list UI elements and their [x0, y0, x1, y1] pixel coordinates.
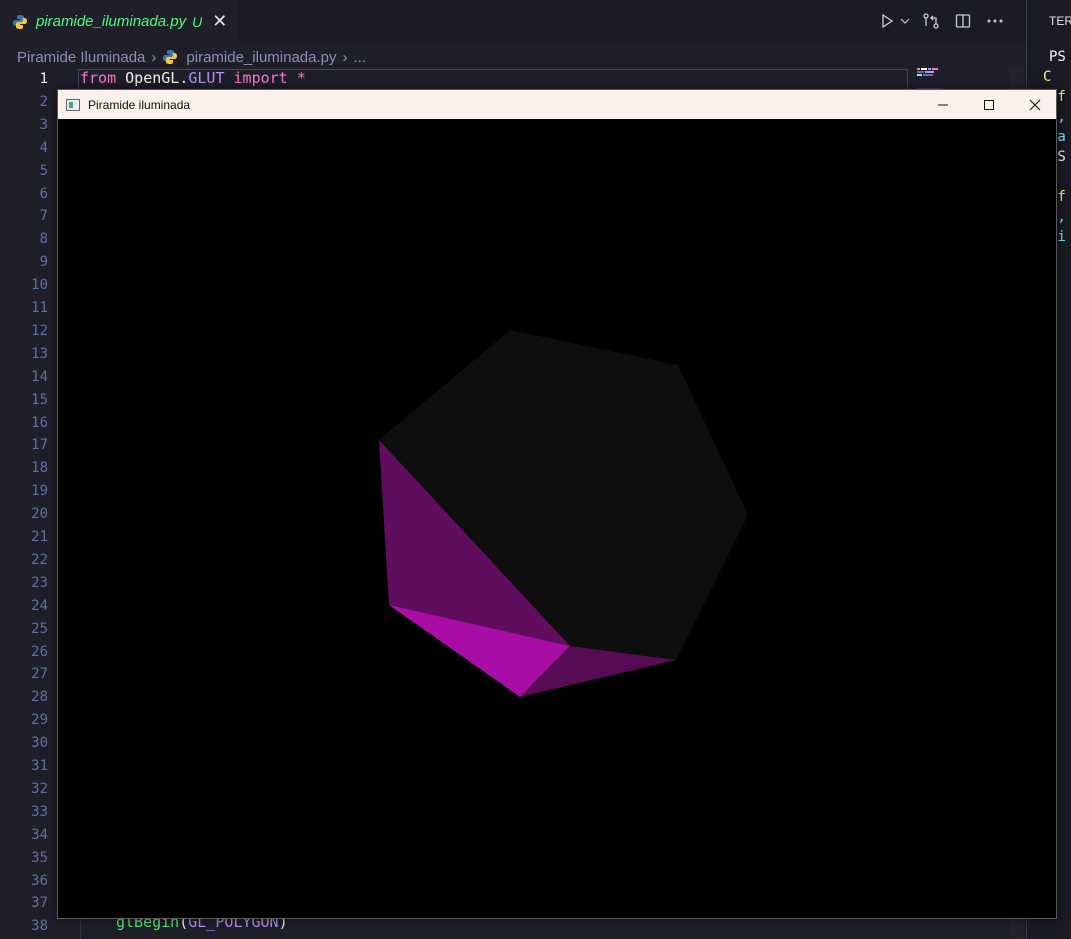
maximize-icon — [984, 99, 994, 110]
line-number: 18 — [31, 460, 48, 477]
chevron-right-icon: › — [151, 48, 157, 66]
line-number: 38 — [31, 918, 48, 935]
line-number: 7 — [39, 208, 48, 225]
line-number: 25 — [31, 620, 48, 637]
line-number: 5 — [39, 162, 48, 179]
line-number: 20 — [31, 506, 48, 523]
maximize-button[interactable] — [966, 90, 1012, 119]
line-number: 11 — [31, 300, 48, 316]
window-app-icon — [66, 98, 80, 111]
tab-piramide-iluminada[interactable]: piramide_iluminada.py U ✕ — [0, 0, 238, 43]
line-number: 17 — [31, 437, 48, 454]
line-number: 37 — [31, 895, 48, 912]
line-number: 23 — [31, 574, 48, 591]
submodule-name: GLUT — [188, 69, 225, 87]
breadcrumb-more[interactable]: ... — [354, 49, 367, 66]
line-number: 12 — [31, 322, 48, 339]
line-number: 33 — [31, 803, 48, 820]
python-icon — [163, 50, 178, 64]
close-icon — [1029, 99, 1041, 110]
close-tab-icon[interactable]: ✕ — [212, 12, 227, 31]
tab-filename: piramide_iluminada.py — [36, 13, 187, 30]
line-number: 4 — [39, 139, 48, 156]
terminal-line: C — [1043, 69, 1052, 85]
chevron-down-icon[interactable] — [900, 10, 910, 32]
line-number: 8 — [39, 231, 48, 248]
line-number: 10 — [31, 277, 48, 294]
pyramid-render — [379, 330, 748, 697]
line-number: 26 — [31, 643, 48, 660]
line-number: 2 — [39, 93, 48, 110]
window-title-bar[interactable]: Piramide iluminada — [58, 90, 1056, 119]
editor-toolbar — [876, 10, 1006, 32]
run-icon[interactable] — [876, 10, 898, 32]
line-number: 30 — [31, 735, 48, 752]
keyword-import: import — [233, 69, 288, 87]
keyword-from: from — [80, 69, 117, 87]
more-actions-icon[interactable] — [984, 10, 1006, 32]
line-number: 32 — [31, 780, 48, 797]
breadcrumb-file[interactable]: piramide_iluminada.py — [186, 49, 336, 66]
line-number: 14 — [31, 368, 48, 385]
line-number: 22 — [31, 551, 48, 568]
import-star: * — [296, 69, 306, 87]
line-number: 9 — [39, 254, 48, 271]
line-number: 28 — [31, 689, 48, 706]
close-window-button[interactable] — [1012, 90, 1058, 119]
terminal-tab-title[interactable]: TER — [1049, 14, 1071, 28]
untracked-badge: U — [192, 13, 203, 30]
line-number: 21 — [31, 529, 48, 545]
compare-changes-icon[interactable] — [920, 10, 942, 32]
line-number: 6 — [39, 185, 48, 202]
minimize-icon — [938, 104, 948, 105]
line-number: 13 — [31, 345, 48, 362]
opengl-window[interactable]: Piramide iluminada — [57, 89, 1057, 919]
breadcrumb: Piramide Iluminada › piramide_iluminada.… — [17, 46, 366, 68]
line-number: 36 — [31, 872, 48, 889]
window-title: Piramide iluminada — [88, 97, 191, 112]
render-canvas[interactable] — [58, 119, 1056, 918]
line-number: 35 — [31, 849, 48, 866]
line-number: 1 — [39, 71, 48, 87]
breadcrumb-folder[interactable]: Piramide Iluminada — [17, 49, 145, 66]
line-number: 15 — [31, 391, 48, 408]
code-line-1[interactable]: from OpenGL.GLUT import * — [80, 69, 306, 87]
line-number: 24 — [31, 597, 48, 614]
line-number: 29 — [31, 712, 48, 729]
line-number: 3 — [39, 116, 48, 133]
tab-bar: piramide_iluminada.py U ✕ — [0, 0, 1026, 43]
chevron-right-icon: › — [342, 48, 348, 66]
line-number: 27 — [31, 666, 48, 683]
line-number: 34 — [31, 826, 48, 843]
line-number: 19 — [31, 483, 48, 500]
minimize-button[interactable] — [920, 90, 966, 119]
line-number: 31 — [31, 758, 48, 774]
python-icon — [13, 14, 27, 29]
line-number: 16 — [31, 414, 48, 431]
terminal-line: PS — [1049, 49, 1066, 65]
module-name: OpenGL — [125, 69, 180, 87]
split-editor-icon[interactable] — [952, 10, 974, 32]
